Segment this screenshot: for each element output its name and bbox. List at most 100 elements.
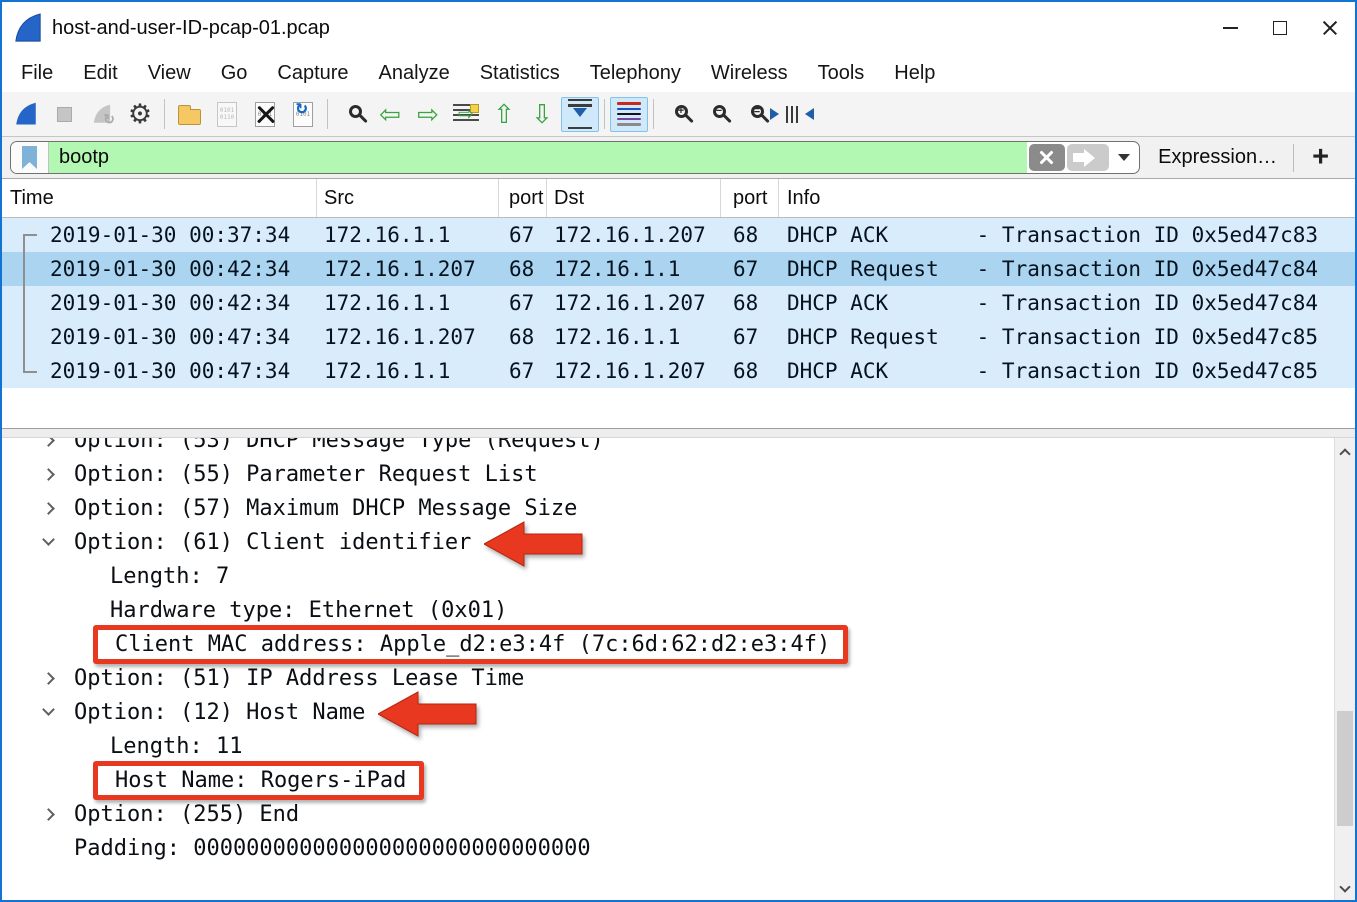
capture-options-button[interactable]: ⚙ bbox=[121, 97, 159, 132]
maximize-button[interactable] bbox=[1255, 2, 1305, 54]
detail-text: Padding: 000000000000000000000000000000 bbox=[74, 836, 591, 861]
chevron-down-icon bbox=[42, 703, 55, 716]
zoom-out-icon: − bbox=[713, 111, 720, 118]
chevron-right-icon bbox=[42, 808, 55, 821]
column-header-time[interactable]: Time bbox=[2, 179, 317, 217]
detail-row[interactable]: Option: (61) Client identifier bbox=[2, 525, 1355, 559]
detail-row[interactable]: Hardware type: Ethernet (0x01) bbox=[2, 593, 1355, 627]
menu-edit[interactable]: Edit bbox=[68, 62, 132, 85]
colorize-packets-button[interactable] bbox=[610, 97, 648, 132]
packet-cell-sport: 67 bbox=[499, 218, 547, 252]
menu-analyze[interactable]: Analyze bbox=[364, 62, 465, 85]
start-capture-button[interactable] bbox=[7, 97, 45, 132]
chevron-right-icon bbox=[42, 438, 55, 446]
menu-view[interactable]: View bbox=[133, 62, 206, 85]
packet-row[interactable]: 2019-01-30 00:42:34172.16.1.20768172.16.… bbox=[2, 252, 1355, 286]
zoom-in-button[interactable]: + bbox=[659, 97, 697, 132]
scroll-down-icon[interactable] bbox=[1339, 881, 1350, 892]
zoom-reset-icon: = bbox=[751, 111, 758, 118]
detail-row[interactable]: Option: (12) Host Name bbox=[2, 695, 1355, 729]
close-file-button[interactable]: 0101 bbox=[246, 97, 284, 132]
detail-scrollbar[interactable] bbox=[1334, 438, 1355, 900]
column-header-dst[interactable]: Dst bbox=[547, 179, 721, 217]
chevron-right-icon bbox=[42, 502, 55, 515]
filter-separator bbox=[1293, 144, 1294, 172]
scroll-up-icon[interactable] bbox=[1339, 448, 1350, 459]
column-header-port-dst[interactable]: port bbox=[721, 179, 779, 217]
reload-file-button[interactable]: 0101↻ bbox=[284, 97, 322, 132]
detail-row[interactable]: Option: (255) End bbox=[2, 797, 1355, 831]
detail-row[interactable]: Client MAC address: Apple_d2:e3:4f (7c:6… bbox=[2, 627, 1355, 661]
go-to-packet-button[interactable]: ⇨ bbox=[447, 97, 485, 132]
packet-row[interactable]: 2019-01-30 00:47:34172.16.1.20768172.16.… bbox=[2, 320, 1355, 354]
display-filter-input[interactable] bbox=[49, 142, 1027, 173]
packet-row[interactable]: 2019-01-30 00:42:34172.16.1.167172.16.1.… bbox=[2, 286, 1355, 320]
menu-tools[interactable]: Tools bbox=[803, 62, 880, 85]
packet-row[interactable]: 2019-01-30 00:37:34172.16.1.167172.16.1.… bbox=[2, 218, 1355, 252]
detail-row[interactable]: Option: (57) Maximum DHCP Message Size bbox=[2, 491, 1355, 525]
packet-cell-time: 2019-01-30 00:42:34 bbox=[2, 252, 317, 286]
expander-collapsed[interactable] bbox=[44, 438, 74, 445]
detail-row[interactable]: Option: (53) DHCP Message Type (Request) bbox=[2, 438, 1355, 457]
go-first-button[interactable]: ⇧ bbox=[485, 97, 523, 132]
menu-help[interactable]: Help bbox=[879, 62, 950, 85]
auto-scroll-button[interactable] bbox=[561, 97, 599, 132]
zoom-reset-button[interactable]: = bbox=[735, 97, 773, 132]
expander-collapsed[interactable] bbox=[44, 470, 74, 479]
column-header-src[interactable]: Src bbox=[317, 179, 499, 217]
detail-row[interactable]: Padding: 000000000000000000000000000000 bbox=[2, 831, 1355, 865]
column-header-port-src[interactable]: port bbox=[499, 179, 547, 217]
menu-go[interactable]: Go bbox=[206, 62, 263, 85]
menu-statistics[interactable]: Statistics bbox=[465, 62, 575, 85]
packet-detail-pane: Option: (53) DHCP Message Type (Request)… bbox=[2, 438, 1355, 900]
go-last-button[interactable]: ⇩ bbox=[523, 97, 561, 132]
filter-bookmark-button[interactable] bbox=[11, 142, 49, 173]
packet-cell-dst: 172.16.1.207 bbox=[547, 286, 721, 320]
apply-filter-button[interactable] bbox=[1067, 144, 1109, 171]
chevron-right-icon bbox=[42, 672, 55, 685]
stop-capture-icon bbox=[57, 107, 72, 122]
expander-collapsed[interactable] bbox=[44, 504, 74, 513]
packet-row[interactable]: 2019-01-30 00:47:34172.16.1.167172.16.1.… bbox=[2, 354, 1355, 388]
packet-cell-dport: 67 bbox=[721, 252, 779, 286]
clear-filter-button[interactable] bbox=[1029, 144, 1065, 171]
detail-row[interactable]: Host Name: Rogers-iPad bbox=[2, 763, 1355, 797]
resize-columns-icon bbox=[770, 106, 814, 123]
restart-capture-icon: ↻ bbox=[92, 103, 112, 125]
packet-cell-info: DHCP ACK - Transaction ID 0x5ed47c84 bbox=[779, 286, 1355, 320]
close-button[interactable] bbox=[1305, 2, 1355, 54]
expander-collapsed[interactable] bbox=[44, 674, 74, 683]
expander-collapsed[interactable] bbox=[44, 810, 74, 819]
add-filter-button[interactable]: + bbox=[1312, 143, 1329, 172]
detail-text: Option: (61) Client identifier bbox=[74, 530, 471, 555]
colorize-packets-icon bbox=[617, 102, 641, 125]
detail-row[interactable]: Length: 7 bbox=[2, 559, 1355, 593]
pane-splitter[interactable] bbox=[2, 428, 1355, 438]
stop-capture-button bbox=[45, 97, 83, 132]
menu-capture[interactable]: Capture bbox=[262, 62, 363, 85]
expander-expanded[interactable] bbox=[44, 540, 74, 544]
minimize-icon bbox=[1223, 27, 1238, 29]
go-back-button[interactable]: ⇦ bbox=[371, 97, 409, 132]
packet-cell-time: 2019-01-30 00:42:34 bbox=[2, 286, 317, 320]
packet-cell-dport: 68 bbox=[721, 218, 779, 252]
filter-history-dropdown[interactable] bbox=[1109, 142, 1139, 173]
menu-wireless[interactable]: Wireless bbox=[696, 62, 803, 85]
expression-button[interactable]: Expression… bbox=[1158, 146, 1277, 169]
detail-row[interactable]: Length: 11 bbox=[2, 729, 1355, 763]
menu-telephony[interactable]: Telephony bbox=[575, 62, 696, 85]
minimize-button[interactable] bbox=[1205, 2, 1255, 54]
packet-cell-dport: 68 bbox=[721, 354, 779, 388]
zoom-out-button[interactable]: − bbox=[697, 97, 735, 132]
scrollbar-thumb[interactable] bbox=[1337, 711, 1353, 827]
resize-columns-button[interactable] bbox=[773, 97, 811, 132]
detail-row[interactable]: Option: (55) Parameter Request List bbox=[2, 457, 1355, 491]
go-forward-icon: ⇨ bbox=[417, 101, 439, 127]
column-header-info[interactable]: Info bbox=[779, 179, 1355, 217]
menu-file[interactable]: File bbox=[6, 62, 68, 85]
expander-expanded[interactable] bbox=[44, 710, 74, 714]
detail-row[interactable]: Option: (51) IP Address Lease Time bbox=[2, 661, 1355, 695]
find-packet-button[interactable] bbox=[333, 97, 371, 132]
go-forward-button[interactable]: ⇨ bbox=[409, 97, 447, 132]
open-file-button[interactable] bbox=[170, 97, 208, 132]
